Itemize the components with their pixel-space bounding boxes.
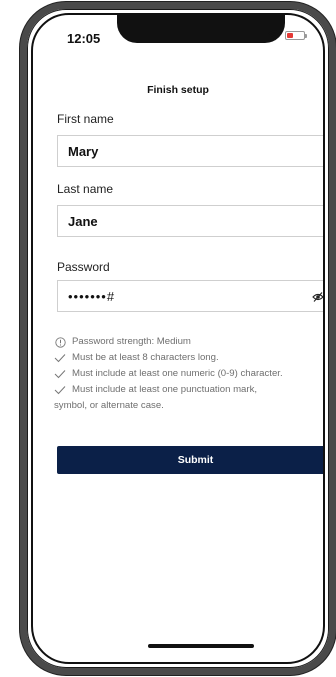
first-name-label: First name (57, 112, 114, 126)
last-name-value: Jane (68, 213, 98, 229)
signal-icon (250, 30, 264, 41)
password-strength-row: Password strength: Medium (54, 334, 323, 350)
info-icon (54, 336, 66, 348)
check-icon (54, 368, 66, 380)
rule-text: Must be at least 8 characters long. (72, 352, 219, 363)
status-icons (250, 30, 307, 41)
wifi-icon (268, 30, 281, 41)
first-name-field[interactable]: Mary (57, 135, 323, 167)
battery-level (287, 33, 293, 38)
eye-off-icon[interactable] (312, 291, 324, 303)
check-icon (54, 384, 66, 396)
rule-text-continuation: symbol, or alternate case. (54, 400, 164, 411)
phone-screen: 12:05 Finish setup First name Mary Last … (31, 13, 325, 664)
rule-text: Must include at least one punctuation ma… (72, 384, 258, 395)
last-name-label: Last name (57, 182, 114, 196)
password-label: Password (57, 260, 110, 274)
rule-row: Must include at least one numeric (0-9) … (54, 366, 323, 382)
password-field[interactable]: •••••••# (57, 280, 324, 312)
password-rules: Password strength: Medium Must be at lea… (54, 334, 323, 414)
rule-text: Must include at least one numeric (0-9) … (72, 368, 283, 379)
check-icon (54, 352, 66, 364)
password-value: •••••••# (68, 288, 116, 304)
last-name-field[interactable]: Jane (57, 205, 323, 237)
phone-frame: 12:05 Finish setup First name Mary Last … (20, 2, 336, 675)
battery-icon (285, 31, 307, 40)
page-title: Finish setup (147, 84, 209, 96)
rule-text: Password strength: Medium (72, 336, 191, 347)
home-indicator[interactable] (148, 644, 254, 648)
status-time: 12:05 (67, 31, 101, 46)
submit-button[interactable]: Submit (57, 446, 323, 474)
rule-row: Must be at least 8 characters long. (54, 350, 323, 366)
rule-row: Must include at least one punctuation ma… (54, 382, 323, 398)
first-name-value: Mary (68, 143, 99, 159)
